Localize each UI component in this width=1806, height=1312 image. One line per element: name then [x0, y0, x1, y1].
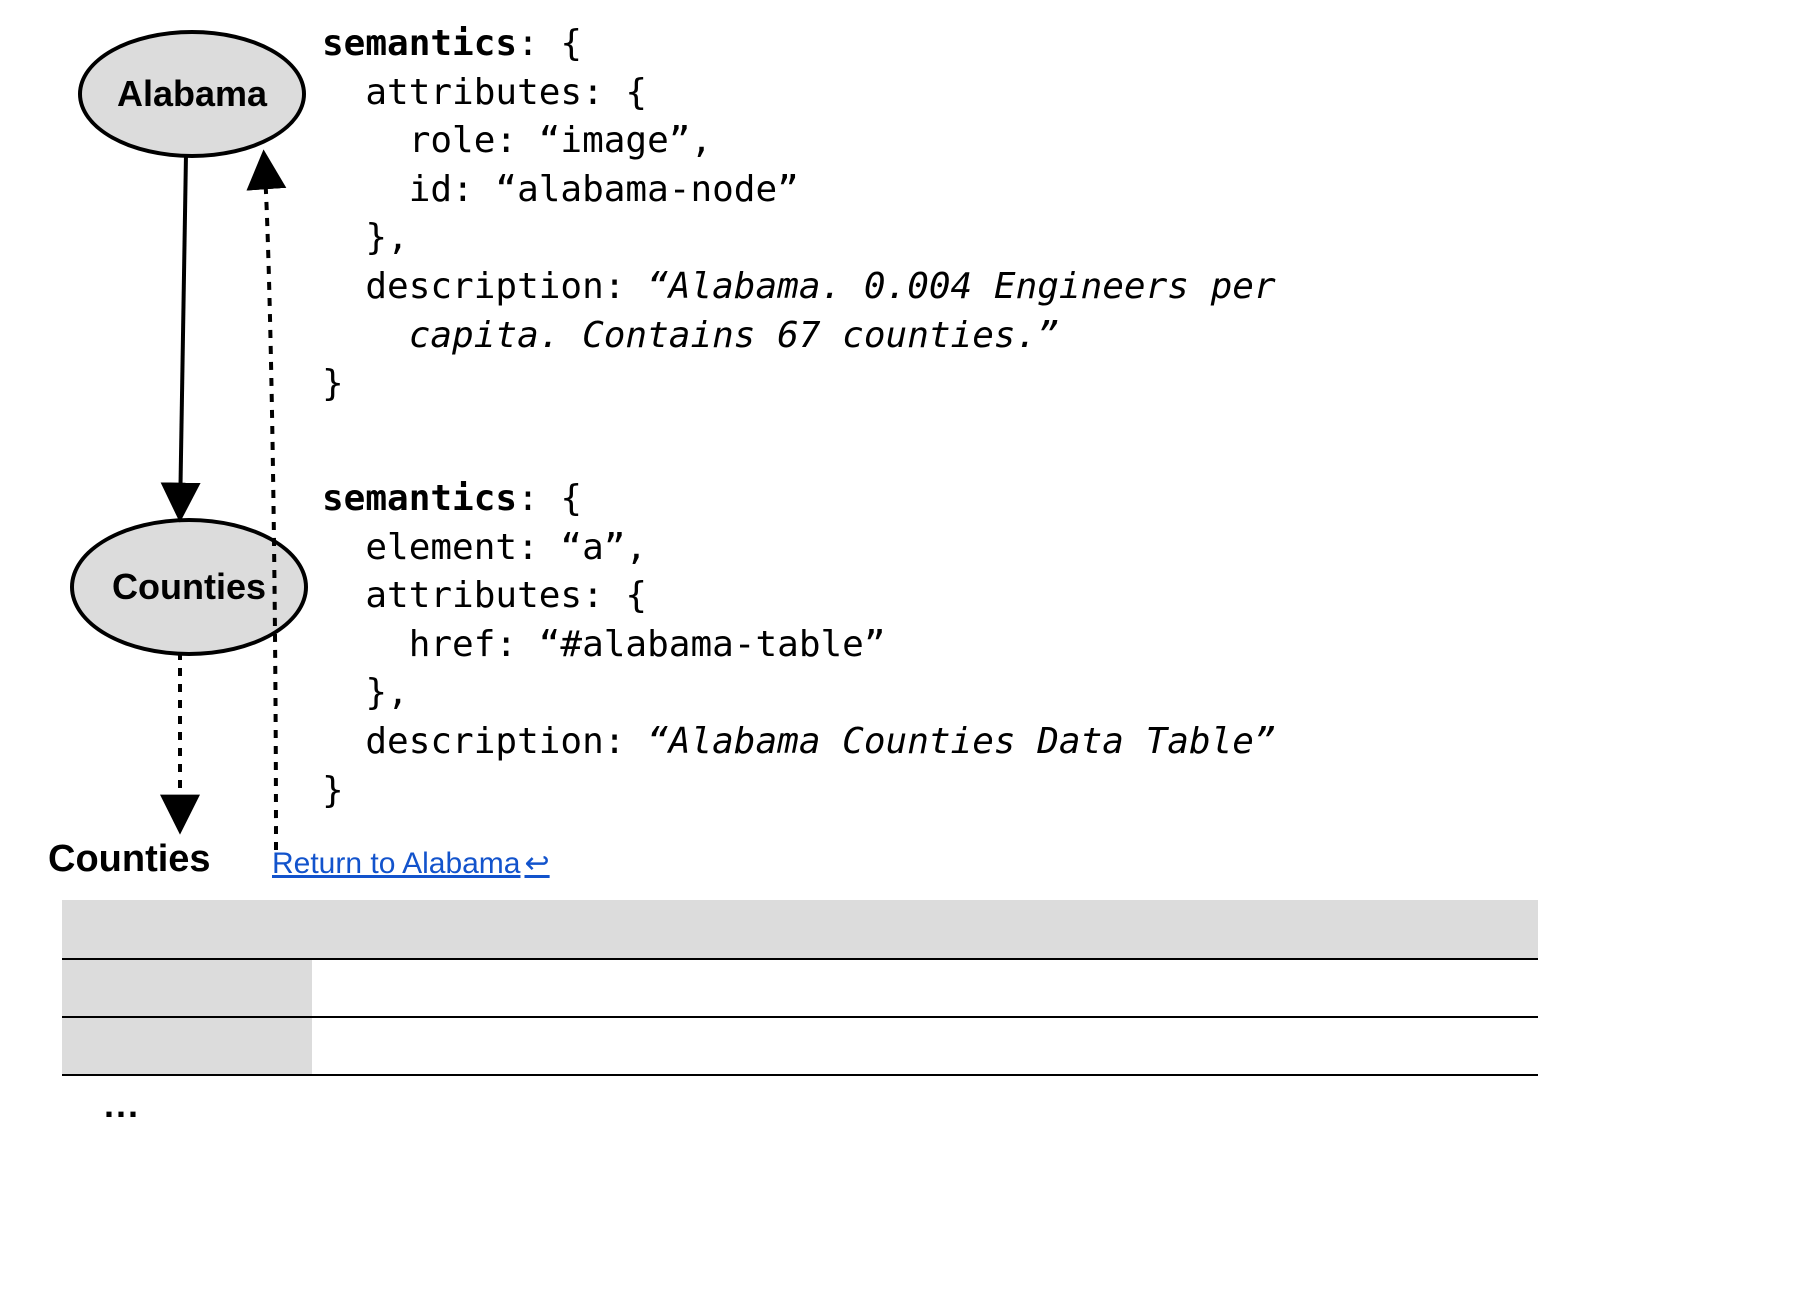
c1-l2: attributes: { [322, 72, 647, 113]
counties-node-label: Counties [112, 566, 266, 608]
counties-table-title: Counties [48, 838, 211, 881]
table-row-header-cell [62, 1018, 312, 1074]
c1-l7: capita. Contains 67 counties.” [322, 315, 1059, 356]
c2-l5: }, [322, 672, 409, 713]
alabama-node-label: Alabama [117, 73, 267, 115]
c1-l8: } [322, 363, 344, 404]
alabama-node: Alabama [78, 30, 306, 158]
c1-l3: role: “image”, [322, 120, 712, 161]
c2-l6b: “Alabama Counties Data Table” [647, 721, 1276, 762]
counties-node: Counties [70, 518, 308, 656]
return-to-alabama-link[interactable]: Return to Alabama↩ [272, 846, 550, 881]
return-arrow-icon: ↩ [524, 847, 549, 880]
kw-semantics-1: semantics [322, 23, 517, 64]
c1-l1: : { [517, 23, 582, 64]
table-header-row [62, 900, 1538, 960]
c2-l3: attributes: { [322, 575, 647, 616]
semantics-code-alabama: semantics: { attributes: { role: “image”… [322, 20, 1276, 409]
c2-l7: } [322, 770, 344, 811]
counties-table [62, 900, 1538, 1076]
c2-l1: : { [517, 478, 582, 519]
table-row-header-cell [62, 960, 312, 1016]
table-row [62, 1018, 1538, 1076]
return-link-text: Return to Alabama [272, 847, 520, 880]
c2-l2: element: “a”, [322, 527, 647, 568]
table-row [62, 960, 1538, 1018]
c1-l6b: “Alabama. 0.004 Engineers per [647, 266, 1276, 307]
c1-l4: id: “alabama-node” [322, 169, 799, 210]
c1-l6a: description: [322, 266, 647, 307]
c2-l4: href: “#alabama-table” [322, 624, 886, 665]
edge-alabama-to-counties [180, 154, 186, 516]
edge-return-to-alabama [264, 156, 276, 850]
c2-l6a: description: [322, 721, 647, 762]
semantics-code-counties: semantics: { element: “a”, attributes: {… [322, 475, 1276, 815]
kw-semantics-2: semantics [322, 478, 517, 519]
table-ellipsis: ... [104, 1084, 140, 1126]
c1-l5: }, [322, 217, 409, 258]
